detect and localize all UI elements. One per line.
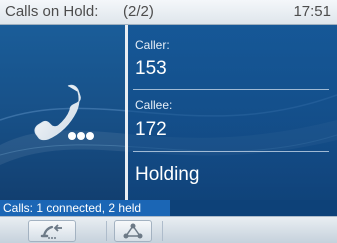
conference-button[interactable] (114, 220, 152, 242)
softkey-separator (106, 221, 107, 241)
status-bar: Calls: 1 connected, 2 held (0, 200, 337, 216)
call-state: Holding (135, 164, 200, 185)
swap-call-button[interactable] (28, 220, 76, 242)
caller-separator (133, 89, 329, 90)
conference-icon (123, 223, 143, 239)
callee-number: 172 (135, 119, 167, 140)
title-bar: Calls on Hold: (2/2) 17:51 (0, 0, 337, 25)
page-title: Calls on Hold: (5, 3, 99, 20)
call-view: Caller: 153 Callee: 172 Holding (0, 25, 337, 200)
softkey-separator (162, 221, 163, 241)
callee-label: Callee: (135, 98, 173, 112)
clock: 17:51 (293, 3, 331, 20)
call-details-panel: Caller: 153 Callee: 172 Holding (128, 25, 337, 200)
softkey-bar (0, 216, 337, 243)
handset-on-hold-icon (34, 84, 94, 141)
call-icon-panel (0, 25, 125, 200)
call-count: (2/2) (123, 3, 154, 20)
phone-screen: Calls on Hold: (2/2) 17:51 Caller: 153 C… (0, 0, 337, 243)
caller-number: 153 (135, 58, 167, 79)
callee-separator (133, 151, 329, 152)
swap-call-icon (40, 224, 62, 239)
caller-label: Caller: (135, 38, 170, 52)
status-text: Calls: 1 connected, 2 held (0, 200, 170, 216)
